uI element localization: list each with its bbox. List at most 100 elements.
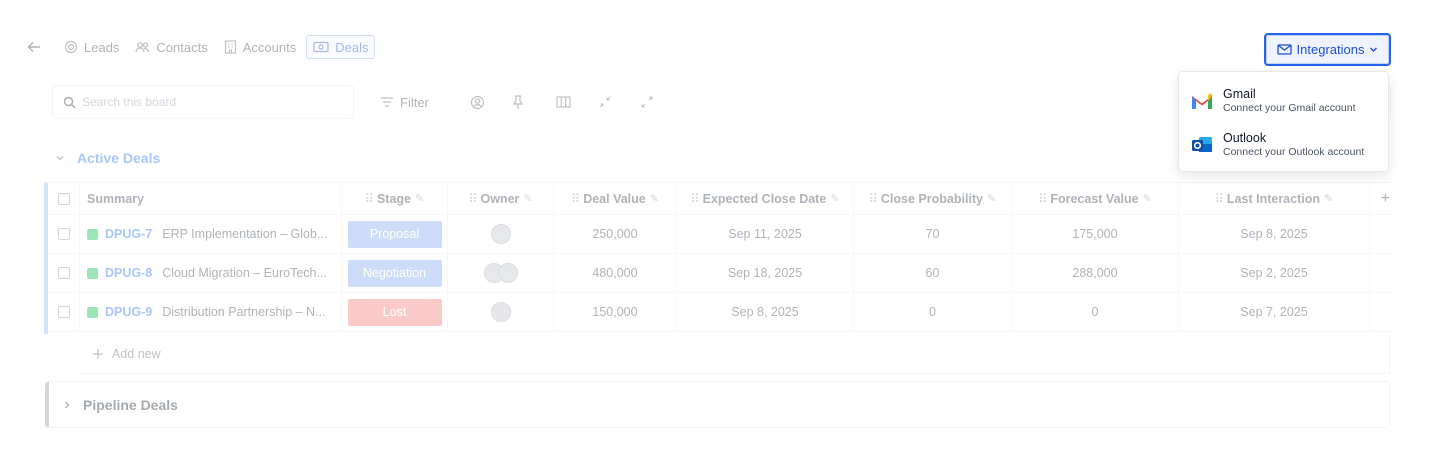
expand-button[interactable] xyxy=(640,92,654,112)
drag-handle-icon[interactable]: ⠿ xyxy=(1038,191,1047,206)
tab-contacts[interactable]: Contacts xyxy=(129,35,213,59)
owner-cell[interactable] xyxy=(448,254,554,292)
search-placeholder: Search this board xyxy=(82,95,177,109)
integrations-button[interactable]: Integrations xyxy=(1264,33,1391,66)
deal-value-cell[interactable]: 150,000 xyxy=(554,293,677,331)
deal-value-cell[interactable]: 250,000 xyxy=(554,215,677,253)
stage-badge[interactable]: Negotiation xyxy=(347,259,442,287)
last-interaction-cell[interactable]: Sep 2, 2025 xyxy=(1179,254,1370,292)
summary-cell[interactable]: DPUG-8 Cloud Migration – EuroTech... xyxy=(80,254,342,292)
pencil-icon[interactable]: ✎ xyxy=(1324,192,1333,205)
drag-handle-icon[interactable]: ⠿ xyxy=(468,191,477,206)
pencil-icon[interactable]: ✎ xyxy=(415,192,424,205)
column-header-probability[interactable]: ⠿ Close Probability ✎ xyxy=(854,183,1012,214)
add-new-button[interactable]: Add new xyxy=(80,334,1390,374)
probability-cell[interactable]: 60 xyxy=(854,254,1012,292)
tab-deals[interactable]: Deals xyxy=(306,35,376,59)
deals-table: Summary ⠿ Stage ✎ ⠿ Owner ✎ ⠿ Deal Value ✎ ⠿ Ex… xyxy=(44,182,1394,334)
back-button[interactable] xyxy=(22,35,46,59)
last-interaction-cell[interactable]: Sep 7, 2025 xyxy=(1179,293,1370,331)
avatar[interactable] xyxy=(490,302,511,322)
column-header-last-interaction[interactable]: ⠿ Last Interaction ✎ xyxy=(1179,183,1370,214)
pencil-icon[interactable]: ✎ xyxy=(650,192,659,205)
drag-handle-icon[interactable]: ⠿ xyxy=(571,191,580,206)
tab-accounts[interactable]: Accounts xyxy=(218,35,302,59)
issue-key[interactable]: DPUG-7 xyxy=(105,227,152,241)
column-header-owner[interactable]: ⠿ Owner ✎ xyxy=(448,183,554,214)
column-header-deal-value[interactable]: ⠿ Deal Value ✎ xyxy=(554,183,677,214)
pencil-icon[interactable]: ✎ xyxy=(987,192,996,205)
drag-handle-icon[interactable]: ⠿ xyxy=(365,191,374,206)
stage-cell[interactable]: Negotiation xyxy=(342,254,448,292)
owner-cell[interactable] xyxy=(448,293,554,331)
select-all-cell xyxy=(48,183,80,214)
arrow-left-icon xyxy=(27,42,40,52)
drag-handle-icon[interactable]: ⠿ xyxy=(690,191,699,206)
outlook-option[interactable]: Outlook Connect your Outlook account xyxy=(1179,123,1388,167)
deal-value-cell[interactable]: 480,000 xyxy=(554,254,677,292)
summary-text: Distribution Partnership – N... xyxy=(162,305,326,319)
forecast-cell[interactable]: 0 xyxy=(1012,293,1179,331)
deals-board: Leads Contacts Accounts Deals Search thi… xyxy=(0,0,1430,468)
column-header-expected-close[interactable]: ⠿ Expected Close Date ✎ xyxy=(677,183,854,214)
forecast-cell[interactable]: 288,000 xyxy=(1012,254,1179,292)
avatar[interactable] xyxy=(490,224,511,244)
target-icon xyxy=(64,40,78,54)
issue-key[interactable]: DPUG-8 xyxy=(105,266,152,280)
issue-key[interactable]: DPUG-9 xyxy=(105,305,152,319)
integrations-dropdown: Gmail Connect your Gmail account Outlook… xyxy=(1178,71,1389,172)
column-header-stage[interactable]: ⠿ Stage ✎ xyxy=(342,183,448,214)
tab-label: Deals xyxy=(335,39,369,55)
pin-button[interactable] xyxy=(512,92,524,112)
filter-button[interactable]: Filter xyxy=(380,92,429,112)
close-date-cell[interactable]: Sep 8, 2025 xyxy=(677,293,854,331)
person-filter-button[interactable] xyxy=(470,92,485,112)
pencil-icon[interactable]: ✎ xyxy=(523,192,532,205)
row-checkbox[interactable] xyxy=(57,306,70,318)
option-subtitle: Connect your Outlook account xyxy=(1223,146,1365,158)
close-date-cell[interactable]: Sep 11, 2025 xyxy=(677,215,854,253)
row-checkbox[interactable] xyxy=(57,267,70,279)
collapse-icon xyxy=(599,96,611,108)
chevron-right-icon xyxy=(65,401,70,408)
stage-badge[interactable]: Proposal xyxy=(347,220,442,248)
gmail-option[interactable]: Gmail Connect your Gmail account xyxy=(1179,79,1388,123)
top-nav: Leads Contacts Accounts Deals xyxy=(22,34,376,60)
columns-icon xyxy=(556,96,571,108)
forecast-cell[interactable]: 175,000 xyxy=(1012,215,1179,253)
last-interaction-cell[interactable]: Sep 8, 2025 xyxy=(1179,215,1370,253)
add-column-button[interactable]: + xyxy=(1370,183,1390,214)
search-input[interactable]: Search this board xyxy=(52,85,354,119)
column-header-summary[interactable]: Summary xyxy=(80,183,342,214)
select-all-checkbox[interactable] xyxy=(57,192,70,205)
table-row[interactable]: DPUG-8 Cloud Migration – EuroTech... Nego… xyxy=(48,254,1394,293)
collapse-button[interactable] xyxy=(598,92,612,112)
filter-icon xyxy=(381,97,393,107)
group-header-active[interactable]: Active Deals xyxy=(55,150,160,166)
stage-cell[interactable]: Lost xyxy=(342,293,448,331)
tab-leads[interactable]: Leads xyxy=(58,35,125,59)
avatar[interactable] xyxy=(497,263,518,283)
summary-cell[interactable]: DPUG-9 Distribution Partnership – N... xyxy=(80,293,342,331)
add-new-label: Add new xyxy=(112,346,161,361)
columns-button[interactable] xyxy=(556,92,571,112)
tab-label: Leads xyxy=(84,39,120,55)
summary-text: ERP Implementation – Glob... xyxy=(162,227,328,241)
pencil-icon[interactable]: ✎ xyxy=(830,192,839,205)
group-header-pipeline[interactable]: Pipeline Deals xyxy=(45,381,1390,428)
pencil-icon[interactable]: ✎ xyxy=(1143,192,1152,205)
drag-handle-icon[interactable]: ⠿ xyxy=(869,191,878,206)
column-header-forecast[interactable]: ⠿ Forecast Value ✎ xyxy=(1012,183,1179,214)
probability-cell[interactable]: 70 xyxy=(854,215,1012,253)
stage-badge[interactable]: Lost xyxy=(347,298,442,326)
row-checkbox[interactable] xyxy=(57,228,70,240)
stage-cell[interactable]: Proposal xyxy=(342,215,448,253)
table-row[interactable]: DPUG-7 ERP Implementation – Glob... Propo… xyxy=(48,215,1394,254)
story-icon xyxy=(87,228,98,240)
owner-cell[interactable] xyxy=(448,215,554,253)
summary-cell[interactable]: DPUG-7 ERP Implementation – Glob... xyxy=(80,215,342,253)
drag-handle-icon[interactable]: ⠿ xyxy=(1215,191,1224,206)
table-row[interactable]: DPUG-9 Distribution Partnership – N... Lo… xyxy=(48,293,1394,332)
probability-cell[interactable]: 0 xyxy=(854,293,1012,331)
close-date-cell[interactable]: Sep 18, 2025 xyxy=(677,254,854,292)
